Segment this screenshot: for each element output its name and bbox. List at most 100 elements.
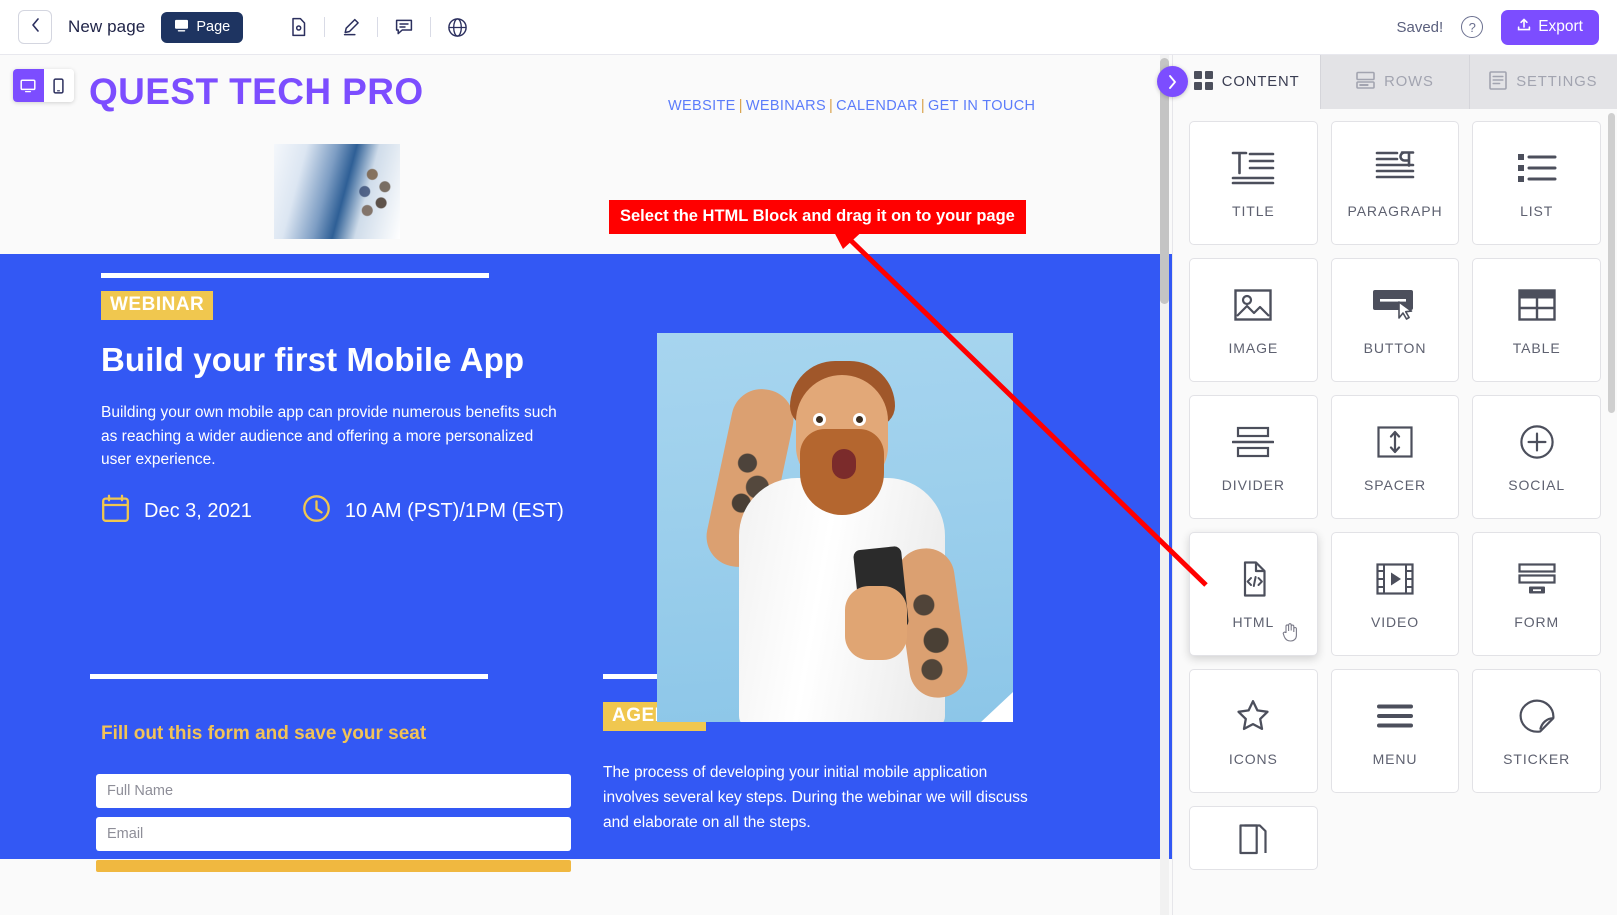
chevron-right-icon xyxy=(1169,74,1176,89)
nav-link-calendar[interactable]: CALENDAR xyxy=(836,98,918,114)
panel-scrollbar-thumb[interactable] xyxy=(1608,113,1615,413)
file-settings-icon[interactable] xyxy=(281,10,315,44)
agenda-body-text: The process of developing your initial m… xyxy=(603,764,1028,831)
back-button[interactable] xyxy=(18,10,52,44)
nav-separator: | xyxy=(920,98,926,114)
tab-settings[interactable]: SETTINGS xyxy=(1468,55,1617,109)
block-list-label: LIST xyxy=(1520,202,1554,219)
brand-logo-text: QUEST TECH PRO xyxy=(89,71,424,112)
email-canvas[interactable]: QUEST TECH PRO WEBSITE | WEBINARS | CALENDAR… xyxy=(0,55,1172,915)
email-document: QUEST TECH PRO WEBSITE | WEBINARS | CALENDAR… xyxy=(0,55,1172,872)
content-panel: CONTENT ROWS SETTINGS TITLE PARAGRAPH LI… xyxy=(1172,55,1617,915)
photo-hand xyxy=(845,586,907,660)
export-button[interactable]: Export xyxy=(1501,9,1599,45)
saved-status: Saved! xyxy=(1396,18,1444,36)
button-icon xyxy=(1372,284,1418,326)
annotation-banner: Select the HTML Block and drag it on to … xyxy=(609,200,1026,234)
photo-corner-fold xyxy=(981,692,1013,722)
html-code-icon xyxy=(1237,558,1269,600)
comment-icon[interactable] xyxy=(387,10,421,44)
block-html-label: HTML xyxy=(1232,613,1275,630)
block-video-label: VIDEO xyxy=(1370,613,1420,630)
spacer-icon xyxy=(1377,421,1413,463)
title-icon xyxy=(1231,147,1275,189)
block-social[interactable]: SOCIAL xyxy=(1472,395,1601,519)
block-menu-label: MENU xyxy=(1372,750,1418,767)
toolbar-right-group: Saved! ? Export xyxy=(1396,9,1599,45)
desktop-icon xyxy=(174,19,189,36)
panel-collapse-button[interactable] xyxy=(1157,66,1188,97)
chevron-left-icon xyxy=(31,18,40,36)
drag-cursor xyxy=(1281,622,1299,642)
block-social-label: SOCIAL xyxy=(1508,476,1566,493)
table-icon xyxy=(1517,284,1556,326)
tab-rows[interactable]: ROWS xyxy=(1320,55,1469,109)
form-field-full-name[interactable]: Full Name xyxy=(96,774,571,808)
toolbar-icon-group xyxy=(281,10,474,44)
block-title[interactable]: TITLE xyxy=(1189,121,1318,245)
nav-link-get-in-touch[interactable]: GET IN TOUCH xyxy=(928,98,1035,114)
video-icon xyxy=(1376,558,1414,600)
settings-doc-icon xyxy=(1489,70,1508,94)
mobile-view-button[interactable] xyxy=(43,69,74,102)
block-paragraph-label: PARAGRAPH xyxy=(1347,202,1443,219)
photo-mouth xyxy=(832,449,856,479)
webinar-badge-label: WEBINAR xyxy=(101,291,214,320)
pages-icon xyxy=(1238,823,1268,857)
export-label: Export xyxy=(1538,18,1583,35)
desktop-icon xyxy=(20,78,36,92)
toolbar-divider xyxy=(324,17,326,37)
block-form[interactable]: FORM xyxy=(1472,532,1601,656)
tab-rows-label: ROWS xyxy=(1384,74,1434,90)
block-paragraph[interactable]: PARAGRAPH xyxy=(1330,121,1460,245)
nav-separator: | xyxy=(738,98,743,114)
block-icons[interactable]: ICONS xyxy=(1189,669,1318,793)
block-list[interactable]: LIST xyxy=(1472,121,1601,245)
hamburger-menu-icon xyxy=(1376,695,1413,737)
social-plus-icon xyxy=(1519,421,1554,463)
upload-icon xyxy=(1517,17,1531,37)
list-icon xyxy=(1517,147,1557,189)
block-sticker-label: STICKER xyxy=(1503,750,1571,767)
device-toggle[interactable] xyxy=(13,69,74,102)
pen-edit-icon[interactable] xyxy=(334,10,368,44)
block-divider-label: DIVIDER xyxy=(1221,476,1285,493)
nav-separator: | xyxy=(829,98,834,114)
hero-photo[interactable] xyxy=(657,333,1013,722)
globe-icon[interactable] xyxy=(440,10,474,44)
email-nav: WEBSITE | WEBINARS | CALENDAR | GET IN TOUCH xyxy=(668,98,1035,114)
block-sticker[interactable]: STICKER xyxy=(1472,669,1601,793)
toolbar-divider xyxy=(377,17,379,37)
block-table[interactable]: TABLE xyxy=(1472,258,1601,382)
block-spacer[interactable]: SPACER xyxy=(1330,395,1460,519)
block-button-label: BUTTON xyxy=(1363,339,1427,356)
hero-rule-left xyxy=(101,273,489,278)
form-field-email[interactable]: Email xyxy=(96,817,571,851)
block-video[interactable]: VIDEO xyxy=(1330,532,1460,656)
nav-link-website[interactable]: WEBSITE xyxy=(668,98,736,114)
block-image-label: IMAGE xyxy=(1228,339,1279,356)
hero-time: 10 AM (PST)/1PM (EST) xyxy=(344,500,564,522)
rows-icon xyxy=(1356,71,1375,94)
block-pages[interactable] xyxy=(1189,806,1318,870)
hero-title: Build your first Mobile App xyxy=(101,341,525,378)
tab-content[interactable]: CONTENT xyxy=(1173,55,1321,109)
sticker-icon xyxy=(1519,695,1555,737)
mobile-icon xyxy=(53,77,64,94)
block-divider[interactable]: DIVIDER xyxy=(1189,395,1318,519)
block-menu[interactable]: MENU xyxy=(1330,669,1460,793)
page-mode-chip[interactable]: Page xyxy=(161,11,244,43)
block-icons-label: ICONS xyxy=(1228,750,1278,767)
star-icon xyxy=(1236,695,1270,737)
block-button[interactable]: BUTTON xyxy=(1330,258,1460,382)
nav-link-webinars[interactable]: WEBINARS xyxy=(746,98,826,114)
question-mark-icon[interactable]: ? xyxy=(1461,16,1484,38)
desktop-view-button[interactable] xyxy=(13,69,44,102)
top-toolbar: New page Page Saved! ? Export xyxy=(0,0,1617,55)
photo-right-eye xyxy=(853,413,866,426)
page-chip-label: Page xyxy=(196,19,231,35)
block-image[interactable]: IMAGE xyxy=(1189,258,1318,382)
hero-body-text: Building your own mobile app can provide… xyxy=(101,404,557,469)
form-submit-button[interactable] xyxy=(96,860,571,872)
block-table-label: TABLE xyxy=(1512,339,1561,356)
